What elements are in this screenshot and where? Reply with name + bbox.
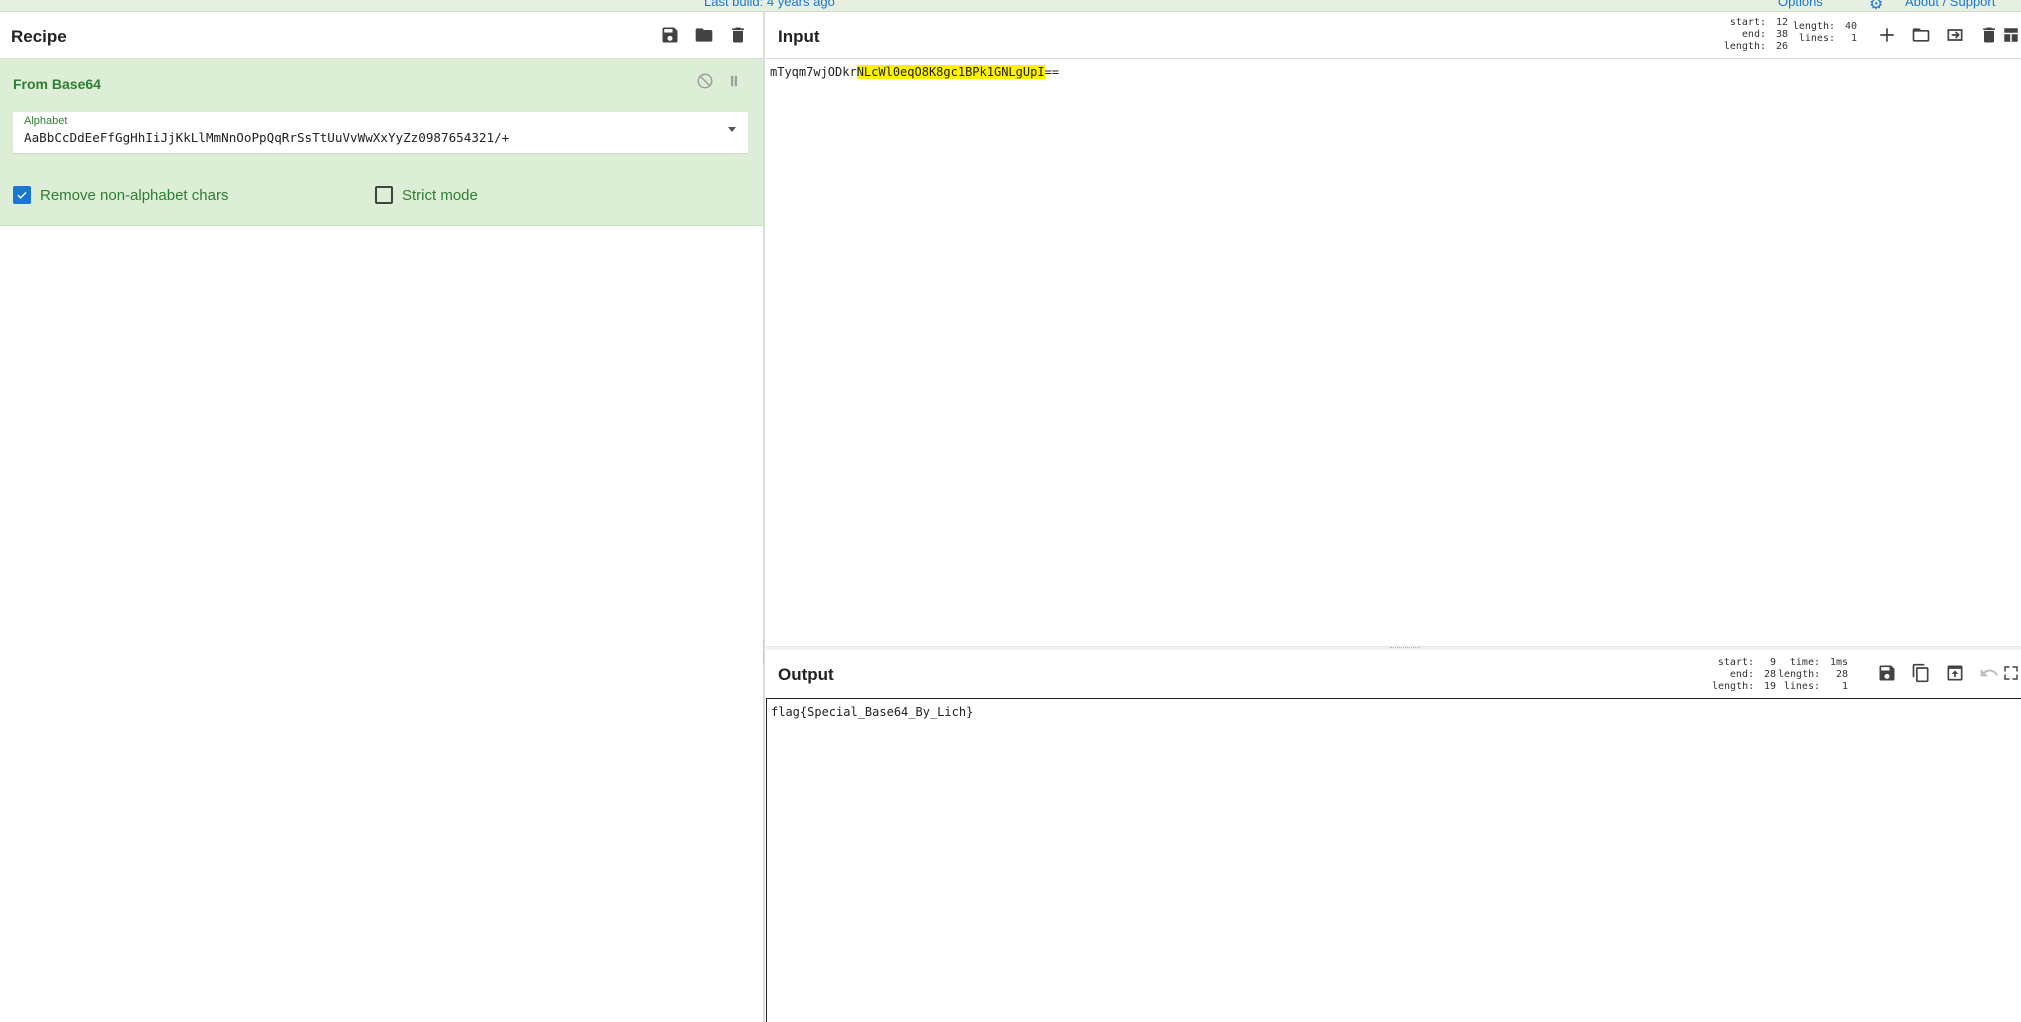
strict-mode-label: Strict mode [402, 186, 478, 204]
maximise-output-button[interactable] [2002, 661, 2020, 685]
input-selection-stats: start: 12 end: 38 length: 26 [1723, 17, 1788, 52]
reset-layout-button[interactable] [2002, 23, 2020, 47]
output-lines: 1 [1841, 681, 1848, 692]
open-folder-button[interactable] [1942, 23, 1968, 47]
undo-icon [1980, 668, 1998, 677]
input-total-stats: length: 40 lines: 1 [1792, 21, 1857, 44]
folder-icon [695, 28, 713, 42]
output-time: 1ms [1829, 657, 1848, 668]
input-start-value: 12 [1775, 17, 1788, 28]
open-file-button[interactable] [1908, 23, 1934, 47]
replace-input-icon [1947, 665, 1963, 681]
checkbox-checked-icon[interactable] [13, 186, 31, 204]
output-area[interactable]: flag{Special_Base64_By_Lich} [766, 698, 2021, 1022]
operation-title: From Base64 [13, 76, 101, 92]
output-total-length: 28 [1835, 669, 1848, 680]
clear-input-button[interactable] [1976, 23, 2002, 47]
layout-icon [2004, 28, 2018, 42]
output-selection-stats: start: 9 end: 28 length: 19 [1712, 657, 1776, 692]
output-text: flag{Special_Base64_By_Lich} [771, 705, 974, 719]
chevron-down-icon[interactable] [728, 127, 736, 132]
clear-recipe-button[interactable] [725, 23, 751, 47]
alphabet-select[interactable]: Alphabet AaBbCcDdEeFfGgHhIiJjKkLlMmNnOoP… [13, 112, 748, 153]
alphabet-value: AaBbCcDdEeFfGgHhIiJjKkLlMmNnOoPpQqRrSsTt… [24, 130, 510, 145]
maximise-icon [2004, 666, 2018, 680]
from-base64-operation[interactable]: From Base64 Alphabet AaBbCcDdEeFfGgHhIiJ… [0, 59, 763, 226]
trash-icon [732, 27, 744, 43]
pause-icon [731, 75, 737, 87]
disable-operation-button[interactable] [696, 72, 716, 92]
output-pane: Output start: 9 end: 28 length: 19 time: 1ms… [766, 650, 2021, 1022]
disable-icon [697, 73, 713, 89]
input-header: Input start: 12 end: 38 length: 26 length: 4… [766, 12, 2021, 59]
copy-icon [1912, 663, 1929, 683]
output-selection-length: 19 [1763, 681, 1776, 692]
save-output-button[interactable] [1874, 661, 1900, 685]
options-link[interactable]: Options [1778, 0, 1823, 9]
recipe-title: Recipe [11, 27, 67, 46]
input-selection: NLcWl0eqO8K8gc1BPk1GNLgUpI [856, 65, 1045, 79]
output-end-value: 28 [1763, 669, 1776, 680]
recipe-pane: Recipe From Base64 Alphabet AaBbCcDdEeFf… [0, 12, 765, 1022]
output-header: Output start: 9 end: 28 length: 19 time: 1ms… [766, 650, 2021, 696]
output-title: Output [778, 665, 834, 684]
save-icon [662, 27, 678, 43]
replace-input-button[interactable] [1942, 661, 1968, 685]
folder-open-icon [1912, 28, 1930, 42]
output-total-stats: time: 1ms length: 28 lines: 1 [1778, 657, 1848, 692]
input-lines: 1 [1850, 33, 1857, 44]
about-support-link[interactable]: About / Support [1905, 0, 1995, 9]
save-icon [1879, 665, 1895, 681]
input-textarea[interactable]: mTyqm7wjODkrNLcWl0eqO8K8gc1BPk1GNLgUpI== [770, 65, 1059, 79]
load-recipe-button[interactable] [691, 23, 717, 47]
strict-mode-checkbox[interactable]: Strict mode [375, 186, 478, 204]
trash-icon [1983, 27, 1995, 43]
output-start-value: 9 [1769, 657, 1776, 668]
alphabet-label: Alphabet [24, 115, 68, 127]
plus-icon [1880, 28, 1894, 42]
checkbox-unchecked-icon[interactable] [375, 186, 393, 204]
breakpoint-button[interactable] [725, 72, 745, 92]
add-input-button[interactable] [1874, 23, 1900, 47]
input-selection-length: 26 [1775, 41, 1788, 52]
input-pane: Input start: 12 end: 38 length: 26 length: 4… [766, 12, 2021, 647]
recipe-header: Recipe [0, 12, 763, 59]
save-recipe-button[interactable] [657, 23, 683, 47]
input-total-length: 40 [1844, 21, 1857, 32]
input-end-value: 38 [1775, 29, 1788, 40]
remove-non-alphabet-label: Remove non-alphabet chars [40, 186, 229, 204]
last-build-link[interactable]: Last build: 4 years ago [704, 0, 835, 9]
input-title: Input [778, 27, 820, 46]
remove-non-alphabet-checkbox[interactable]: Remove non-alphabet chars [13, 186, 228, 204]
undo-button[interactable] [1976, 661, 2002, 685]
top-banner: Last build: 4 years ago Options ⚙ About … [0, 0, 2021, 13]
swap-icon [1947, 29, 1963, 41]
copy-output-button[interactable] [1908, 661, 1934, 685]
